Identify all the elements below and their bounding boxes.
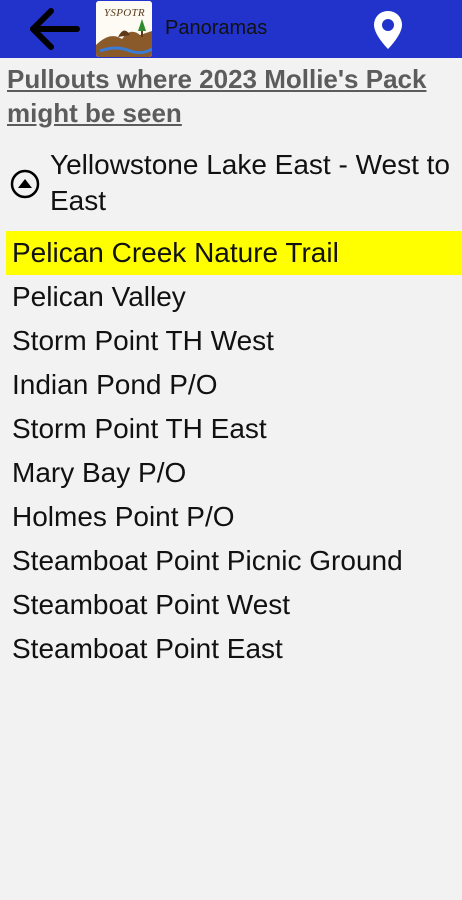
- logo-text: YSPOTR: [104, 7, 145, 19]
- page-title: Pullouts where 2023 Mollie's Pack might …: [7, 64, 427, 128]
- collapse-up-icon: [10, 169, 40, 199]
- list-item[interactable]: Steamboat Point East: [6, 627, 462, 671]
- list-item[interactable]: Holmes Point P/O: [6, 495, 462, 539]
- panoramas-button[interactable]: Panoramas: [165, 17, 267, 40]
- list-item[interactable]: Mary Bay P/O: [6, 451, 462, 495]
- map-button[interactable]: [368, 8, 408, 52]
- app-logo: YSPOTR: [96, 1, 152, 57]
- list-item[interactable]: Indian Pond P/O: [6, 363, 462, 407]
- map-pin-icon: [374, 11, 402, 49]
- back-button[interactable]: [20, 2, 86, 56]
- list-item[interactable]: Pelican Creek Nature Trail: [6, 231, 462, 275]
- top-app-bar: YSPOTR Panoramas: [0, 0, 462, 58]
- list-item[interactable]: Storm Point TH West: [6, 319, 462, 363]
- section-title: Yellowstone Lake East - West to East: [50, 149, 450, 216]
- section-header[interactable]: Yellowstone Lake East - West to East: [8, 147, 453, 219]
- list-item[interactable]: Steamboat Point Picnic Ground: [6, 539, 462, 583]
- list-item[interactable]: Steamboat Point West: [6, 583, 462, 627]
- list-item[interactable]: Storm Point TH East: [6, 407, 462, 451]
- arrow-left-icon: [30, 8, 80, 50]
- list-item[interactable]: Pelican Valley: [6, 275, 462, 319]
- pullout-list: Pelican Creek Nature Trail Pelican Valley…: [6, 231, 462, 671]
